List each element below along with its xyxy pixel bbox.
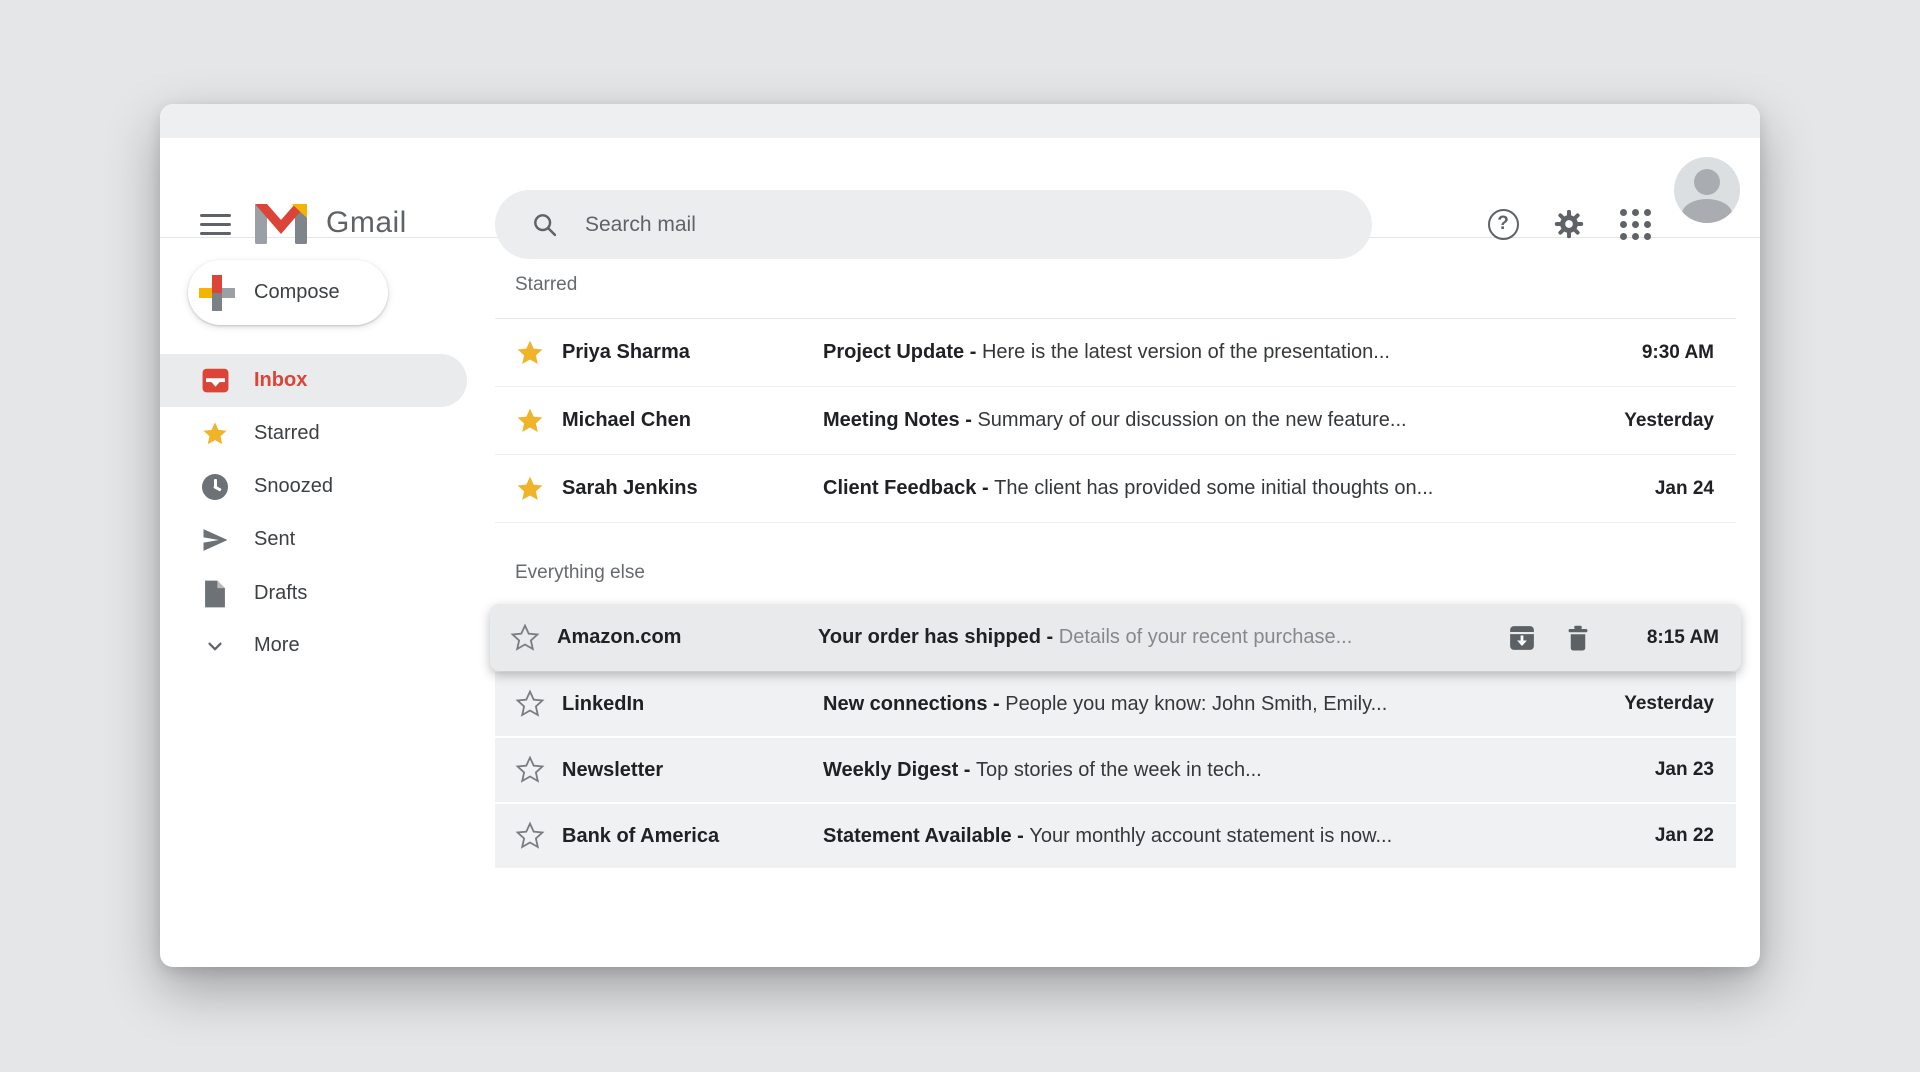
email-row[interactable]: Priya Sharma Project Update - Here is th… — [495, 319, 1736, 387]
email-row[interactable]: Newsletter Weekly Digest - Top stories o… — [495, 738, 1736, 802]
email-row[interactable]: Michael Chen Meeting Notes - Summary of … — [495, 387, 1736, 455]
star-icon — [201, 420, 229, 448]
email-sender: Amazon.com — [557, 626, 818, 649]
gmail-wordmark: Gmail — [326, 206, 407, 240]
sidebar-item-label: Snoozed — [254, 475, 333, 498]
email-sender: Priya Sharma — [562, 341, 823, 364]
email-sender: Newsletter — [562, 759, 823, 782]
draft-icon — [201, 580, 229, 608]
star-filled-icon[interactable] — [515, 406, 545, 436]
sidebar-item-label: Sent — [254, 528, 295, 551]
sidebar-item-label: Inbox — [254, 369, 307, 392]
sidebar-item-starred[interactable]: Starred — [160, 407, 467, 460]
star-outline-icon[interactable] — [510, 623, 540, 653]
star-filled-icon[interactable] — [515, 338, 545, 368]
email-snippet: The client has provided some initial tho… — [994, 477, 1433, 499]
email-time: 8:15 AM — [1619, 627, 1741, 649]
email-time: Yesterday — [1614, 410, 1736, 432]
compose-label: Compose — [254, 281, 340, 304]
sidebar-item-label: More — [254, 634, 300, 657]
star-outline-icon[interactable] — [515, 689, 545, 719]
email-time: 9:30 AM — [1614, 342, 1736, 364]
email-time: Jan 23 — [1614, 759, 1736, 781]
gmail-window: Gmail Search mail ? — [160, 104, 1760, 967]
gmail-logo-icon — [255, 204, 307, 244]
email-subject-snippet: Meeting Notes - Summary of our discussio… — [823, 409, 1614, 432]
compose-button[interactable]: Compose — [188, 260, 388, 325]
email-sender: Sarah Jenkins — [562, 477, 823, 500]
sidebar-item-more[interactable]: More — [160, 619, 467, 672]
section-label-starred: Starred — [515, 274, 577, 296]
section-label-everything-else: Everything else — [515, 562, 645, 584]
email-row-hovered[interactable]: Amazon.com Your order has shipped - Deta… — [490, 604, 1741, 671]
sidebar-item-label: Starred — [254, 422, 320, 445]
hamburger-menu-icon[interactable] — [196, 201, 242, 247]
send-icon — [201, 526, 229, 554]
email-row[interactable]: Sarah Jenkins Client Feedback - The clie… — [495, 455, 1736, 523]
email-subject-snippet: Your order has shipped - Details of your… — [818, 626, 1507, 649]
email-subject-snippet: Weekly Digest - Top stories of the week … — [823, 759, 1614, 782]
email-row[interactable]: Bank of America Statement Available - Yo… — [495, 804, 1736, 868]
email-sender: Michael Chen — [562, 409, 823, 432]
email-snippet: People you may know: John Smith, Emily..… — [1005, 693, 1387, 715]
email-subject-snippet: Project Update - Here is the latest vers… — [823, 341, 1614, 364]
plus-icon — [199, 275, 235, 311]
star-outline-icon[interactable] — [515, 755, 545, 785]
trash-icon[interactable] — [1563, 623, 1593, 653]
email-subject-snippet: New connections - People you may know: J… — [823, 693, 1614, 716]
sidebar-item-inbox[interactable]: Inbox — [160, 354, 467, 407]
email-time: Yesterday — [1614, 693, 1736, 715]
email-sender: Bank of America — [562, 825, 823, 848]
email-sender: LinkedIn — [562, 693, 823, 716]
email-snippet: Here is the latest version of the presen… — [982, 341, 1390, 363]
email-subject-snippet: Client Feedback - The client has provide… — [823, 477, 1614, 500]
email-snippet: Top stories of the week in tech... — [976, 759, 1262, 781]
sidebar-item-sent[interactable]: Sent — [160, 513, 467, 566]
chevron-down-icon — [201, 632, 229, 660]
email-time: Jan 22 — [1614, 825, 1736, 847]
clock-icon — [201, 473, 229, 501]
email-subject-snippet: Statement Available - Your monthly accou… — [823, 825, 1614, 848]
email-time: Jan 24 — [1614, 478, 1736, 500]
sidebar-item-label: Drafts — [254, 582, 307, 605]
inbox-icon — [201, 367, 229, 395]
archive-icon[interactable] — [1507, 623, 1537, 653]
sidebar-item-snoozed[interactable]: Snoozed — [160, 460, 467, 513]
email-snippet: Summary of our discussion on the new fea… — [977, 409, 1406, 431]
star-outline-icon[interactable] — [515, 821, 545, 851]
email-row[interactable]: LinkedIn New connections - People you ma… — [495, 672, 1736, 736]
email-snippet: Your monthly account statement is now... — [1029, 825, 1392, 847]
email-list: Starred Priya Sharma Project Update - He… — [495, 104, 1736, 967]
star-filled-icon[interactable] — [515, 474, 545, 504]
sidebar-item-drafts[interactable]: Drafts — [160, 567, 467, 620]
email-snippet: Details of your recent purchase... — [1059, 626, 1352, 648]
